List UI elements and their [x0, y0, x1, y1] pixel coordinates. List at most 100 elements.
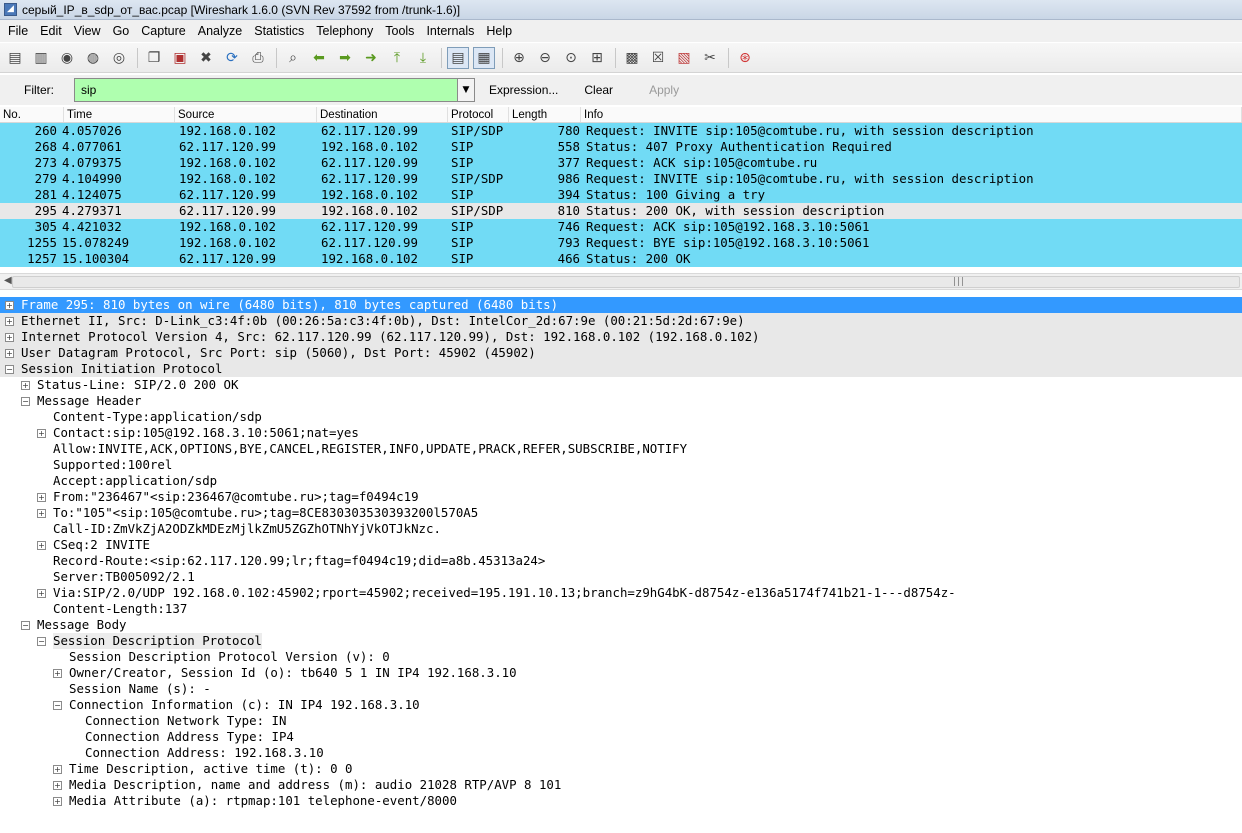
- detail-tree-item[interactable]: − Message Header: [0, 393, 1242, 409]
- detail-tree-item[interactable]: − Connection Information (c): IN IP4 192.…: [0, 697, 1242, 713]
- apply-button[interactable]: Apply: [641, 83, 687, 97]
- collapse-icon[interactable]: −: [53, 701, 62, 710]
- detail-tree-item[interactable]: Server:TB005092/2.1: [0, 569, 1242, 585]
- detail-tree-item[interactable]: + Via:SIP/2.0/UDP 192.168.0.102:45902;rpo…: [0, 585, 1242, 601]
- packet-list-horizontal-scrollbar[interactable]: ◀ |||: [0, 273, 1242, 290]
- packet-row[interactable]: 1257 15.100304 62.117.120.99 192.168.0.102 S…: [0, 251, 1242, 267]
- menu-internals[interactable]: Internals: [420, 21, 480, 41]
- menu-telephony[interactable]: Telephony: [310, 21, 379, 41]
- go-first-icon[interactable]: ⤒: [386, 47, 408, 69]
- save-file-icon[interactable]: ▣: [169, 47, 191, 69]
- detail-tree-item[interactable]: Accept:application/sdp: [0, 473, 1242, 489]
- detail-tree-item[interactable]: + Media Attribute (a): rtpmap:101 telepho…: [0, 793, 1242, 809]
- help-icon[interactable]: ⊛: [734, 47, 756, 69]
- menu-capture[interactable]: Capture: [135, 21, 191, 41]
- detail-tree-item[interactable]: Content-Length:137: [0, 601, 1242, 617]
- filter-dropdown-button[interactable]: ▼: [458, 78, 475, 102]
- detail-tree-item[interactable]: + From:"236467"<sip:236467@comtube.ru>;ta…: [0, 489, 1242, 505]
- detail-tree-item[interactable]: Supported:100rel: [0, 457, 1242, 473]
- scroll-left-icon[interactable]: ◀: [4, 275, 12, 286]
- column-header-destination[interactable]: Destination: [317, 107, 448, 122]
- detail-tree-item[interactable]: + To:"105"<sip:105@comtube.ru>;tag=8CE830…: [0, 505, 1242, 521]
- go-forward-icon[interactable]: ➡: [334, 47, 356, 69]
- expand-icon[interactable]: +: [37, 589, 46, 598]
- column-header-length[interactable]: Length: [509, 107, 581, 122]
- detail-tree-item[interactable]: Connection Address Type: IP4: [0, 729, 1242, 745]
- packet-row[interactable]: 268 4.077061 62.117.120.99 192.168.0.102 SIP…: [0, 139, 1242, 155]
- expand-icon[interactable]: +: [21, 381, 30, 390]
- detail-tree-item[interactable]: + Status-Line: SIP/2.0 200 OK: [0, 377, 1242, 393]
- collapse-icon[interactable]: −: [21, 397, 30, 406]
- detail-tree-item[interactable]: − Session Description Protocol: [0, 633, 1242, 649]
- packet-row[interactable]: 273 4.079375 192.168.0.102 62.117.120.99 SIP…: [0, 155, 1242, 171]
- restart-capture-icon[interactable]: ◎: [108, 47, 130, 69]
- detail-tree-item[interactable]: + Owner/Creator, Session Id (o): tb640 5 …: [0, 665, 1242, 681]
- capture-options-icon[interactable]: ▥: [30, 47, 52, 69]
- collapse-icon[interactable]: −: [21, 621, 30, 630]
- preferences-icon[interactable]: ✂: [699, 47, 721, 69]
- filter-input[interactable]: sip: [74, 78, 458, 102]
- detail-tree-item[interactable]: − Session Initiation Protocol: [0, 361, 1242, 377]
- reload-icon[interactable]: ⟳: [221, 47, 243, 69]
- scrollbar-thumb[interactable]: |||: [12, 276, 1240, 288]
- expand-icon[interactable]: +: [5, 349, 14, 358]
- open-file-icon[interactable]: ❐: [143, 47, 165, 69]
- detail-tree-item[interactable]: Call-ID:ZmVkZjA2ODZkMDEzMjlkZmU5ZGZhOTNh…: [0, 521, 1242, 537]
- menu-tools[interactable]: Tools: [379, 21, 420, 41]
- go-to-packet-icon[interactable]: ➜: [360, 47, 382, 69]
- detail-tree-item[interactable]: Allow:INVITE,ACK,OPTIONS,BYE,CANCEL,REGI…: [0, 441, 1242, 457]
- column-header-source[interactable]: Source: [175, 107, 317, 122]
- stop-capture-icon[interactable]: ◍: [82, 47, 104, 69]
- expand-icon[interactable]: +: [5, 317, 14, 326]
- expand-icon[interactable]: +: [37, 429, 46, 438]
- packet-row[interactable]: 260 4.057026 192.168.0.102 62.117.120.99 SIP…: [0, 123, 1242, 139]
- capture-filters-icon[interactable]: ▩: [621, 47, 643, 69]
- normal-size-icon[interactable]: ⊙: [560, 47, 582, 69]
- zoom-in-icon[interactable]: ⊕: [508, 47, 530, 69]
- detail-tree-item[interactable]: Session Name (s): -: [0, 681, 1242, 697]
- display-filters-icon[interactable]: ☒: [647, 47, 669, 69]
- print-icon[interactable]: ⎙: [247, 47, 269, 69]
- expand-icon[interactable]: +: [5, 333, 14, 342]
- expand-icon[interactable]: +: [53, 669, 62, 678]
- menu-statistics[interactable]: Statistics: [248, 21, 310, 41]
- detail-tree-item[interactable]: + User Datagram Protocol, Src Port: sip (…: [0, 345, 1242, 361]
- detail-tree-item[interactable]: − Message Body: [0, 617, 1242, 633]
- go-back-icon[interactable]: ⬅: [308, 47, 330, 69]
- expand-icon[interactable]: +: [37, 509, 46, 518]
- expand-icon[interactable]: +: [53, 797, 62, 806]
- menu-help[interactable]: Help: [480, 21, 518, 41]
- packet-row[interactable]: 305 4.421032 192.168.0.102 62.117.120.99 SIP…: [0, 219, 1242, 235]
- menu-analyze[interactable]: Analyze: [192, 21, 248, 41]
- resize-columns-icon[interactable]: ⊞: [586, 47, 608, 69]
- colorize-icon[interactable]: ▤: [447, 46, 469, 69]
- detail-tree-item[interactable]: + Internet Protocol Version 4, Src: 62.11…: [0, 329, 1242, 345]
- expand-icon[interactable]: +: [5, 301, 14, 310]
- detail-tree-item[interactable]: + Media Description, name and address (m)…: [0, 777, 1242, 793]
- column-header-no[interactable]: No.: [0, 107, 64, 122]
- expand-icon[interactable]: +: [53, 765, 62, 774]
- go-last-icon[interactable]: ⤓: [412, 47, 434, 69]
- expand-icon[interactable]: +: [53, 781, 62, 790]
- detail-tree-item[interactable]: Content-Type:application/sdp: [0, 409, 1242, 425]
- zoom-out-icon[interactable]: ⊖: [534, 47, 556, 69]
- detail-tree-item[interactable]: + CSeq:2 INVITE: [0, 537, 1242, 553]
- interface-list-icon[interactable]: ▤: [4, 47, 26, 69]
- detail-tree-item[interactable]: Record-Route:<sip:62.117.120.99;lr;ftag=…: [0, 553, 1242, 569]
- expression-button[interactable]: Expression...: [481, 83, 566, 97]
- detail-tree-item[interactable]: Connection Address: 192.168.3.10: [0, 745, 1242, 761]
- packet-row[interactable]: 279 4.104990 192.168.0.102 62.117.120.99 SIP…: [0, 171, 1242, 187]
- column-header-info[interactable]: Info: [581, 107, 1242, 122]
- detail-tree-item[interactable]: Session Description Protocol Version (v)…: [0, 649, 1242, 665]
- menu-file[interactable]: File: [2, 21, 34, 41]
- start-capture-icon[interactable]: ◉: [56, 47, 78, 69]
- menu-view[interactable]: View: [68, 21, 107, 41]
- packet-row[interactable]: 1255 15.078249 192.168.0.102 62.117.120.99 S…: [0, 235, 1242, 251]
- collapse-icon[interactable]: −: [37, 637, 46, 646]
- expand-icon[interactable]: +: [37, 541, 46, 550]
- clear-button[interactable]: Clear: [576, 83, 621, 97]
- detail-tree-item[interactable]: + Contact:sip:105@192.168.3.10:5061;nat=y…: [0, 425, 1242, 441]
- detail-tree-item[interactable]: + Ethernet II, Src: D-Link_c3:4f:0b (00:2…: [0, 313, 1242, 329]
- find-packet-icon[interactable]: ⌕: [282, 47, 304, 69]
- packet-row[interactable]: 295 4.279371 62.117.120.99 192.168.0.102 SIP…: [0, 203, 1242, 219]
